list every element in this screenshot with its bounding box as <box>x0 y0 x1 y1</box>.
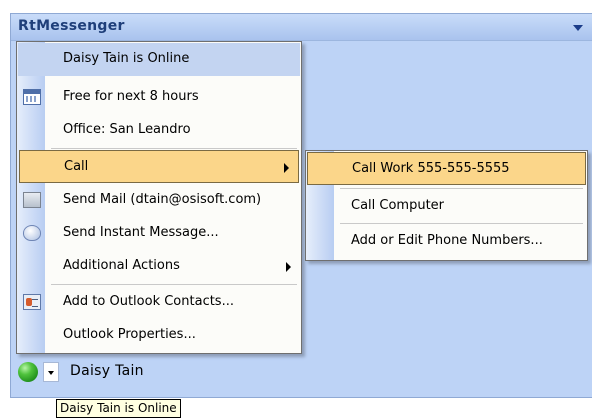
contact-context-menu: Daisy Tain is Online Free for next 8 hou… <box>16 41 302 354</box>
menu-item-label: Send Instant Message... <box>63 225 219 240</box>
menu-separator <box>51 284 297 285</box>
panel-dropdown-icon[interactable] <box>573 25 583 31</box>
menu-item-label: Call Work 555-555-5555 <box>352 161 510 176</box>
panel-title: RtMessenger <box>18 18 125 34</box>
menu-item-label: Add to Outlook Contacts... <box>63 294 234 309</box>
contact-card-icon <box>23 294 41 310</box>
menu-separator <box>51 148 297 149</box>
call-submenu: Call Work 555-555-5555 Call Computer Add… <box>305 150 588 261</box>
calendar-icon <box>23 89 41 105</box>
menu-item-call[interactable]: Call <box>19 150 299 183</box>
screen: RtMessenger Daisy Tain is Online Free fo… <box>0 0 592 418</box>
menu-separator <box>340 188 583 189</box>
menu-item-label: Free for next 8 hours <box>63 89 199 104</box>
presence-dropdown-button[interactable] <box>43 362 59 382</box>
submenu-item-edit-phone-numbers[interactable]: Add or Edit Phone Numbers... <box>307 225 586 258</box>
menu-item-label: Outlook Properties... <box>63 327 196 342</box>
menu-item-add-to-contacts[interactable]: Add to Outlook Contacts... <box>18 286 300 319</box>
presence-bar: Daisy Tain <box>16 360 166 384</box>
contact-name[interactable]: Daisy Tain <box>70 363 144 379</box>
menu-item-send-mail[interactable]: Send Mail (dtain@osisoft.com) <box>18 184 300 217</box>
submenu-arrow-icon <box>286 262 291 272</box>
menu-item-label: Office: San Leandro <box>63 122 191 137</box>
submenu-arrow-icon <box>284 163 289 173</box>
menu-item-send-instant-message[interactable]: Send Instant Message... <box>18 217 300 250</box>
menu-item-label: Send Mail (dtain@osisoft.com) <box>63 192 262 207</box>
menu-item-label: Call Computer <box>351 198 445 213</box>
submenu-item-call-computer[interactable]: Call Computer <box>307 190 586 223</box>
menu-item-label: Add or Edit Phone Numbers... <box>351 233 543 248</box>
mail-icon <box>23 192 41 208</box>
menu-item-outlook-properties[interactable]: Outlook Properties... <box>18 319 300 352</box>
submenu-item-call-work[interactable]: Call Work 555-555-5555 <box>307 152 586 185</box>
online-status-icon[interactable] <box>18 362 38 382</box>
menu-item-office: Office: San Leandro <box>18 114 300 147</box>
instant-message-icon <box>23 225 41 241</box>
menu-item-additional-actions[interactable]: Additional Actions <box>18 250 300 283</box>
panel-header[interactable]: RtMessenger <box>11 14 592 41</box>
menu-item-free-time: Free for next 8 hours <box>18 81 300 114</box>
menu-item-label: Additional Actions <box>63 258 180 273</box>
menu-item-online-status: Daisy Tain is Online <box>18 43 300 76</box>
menu-item-label: Call <box>64 159 89 174</box>
menu-item-label: Daisy Tain is Online <box>63 51 190 66</box>
status-tooltip: Daisy Tain is Online <box>56 399 181 418</box>
menu-separator <box>340 223 583 224</box>
